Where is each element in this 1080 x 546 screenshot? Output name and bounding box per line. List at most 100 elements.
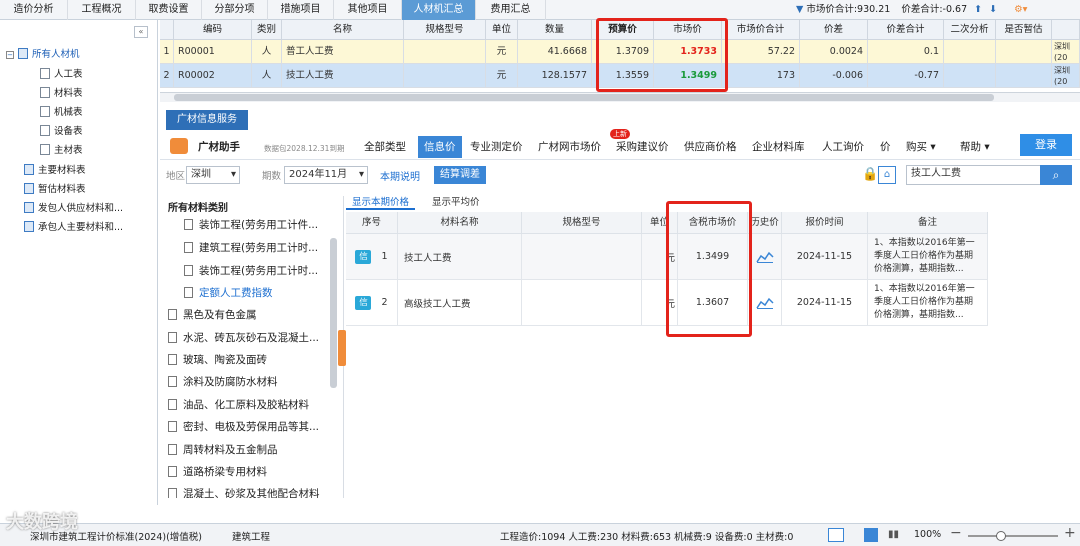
table-cell-market-total[interactable]: 173 bbox=[722, 64, 800, 88]
table-cell-budget-price[interactable]: 1.3559 bbox=[592, 64, 654, 88]
nav-info-price[interactable]: 信息价 bbox=[418, 136, 462, 158]
tree-node-provisional[interactable]: 暂估材料表 bbox=[24, 181, 86, 199]
tab-labor-material-summary[interactable]: 人材机汇总 bbox=[402, 0, 476, 20]
settle-adjust-button[interactable]: 结算调差 bbox=[434, 166, 486, 184]
table-row-index[interactable]: 1 bbox=[160, 40, 174, 64]
tab-average-price[interactable]: 显示平均价 bbox=[426, 196, 486, 210]
arrow-down-icon[interactable]: ⬇ bbox=[989, 4, 997, 15]
category-item[interactable]: 周转材料及五金制品 bbox=[168, 439, 278, 461]
table-cell-unit[interactable]: 元 bbox=[486, 64, 518, 88]
category-item[interactable]: 玻璃、陶瓷及面砖 bbox=[168, 349, 267, 371]
grid-header-diff[interactable]: 价差 bbox=[800, 20, 868, 40]
table-cell-extra[interactable]: 深圳 (20 bbox=[1052, 64, 1080, 88]
tab-fee-summary[interactable]: 费用汇总 bbox=[476, 0, 546, 20]
tab-fee-settings[interactable]: 取费设置 bbox=[136, 0, 202, 20]
tree-node-equipment[interactable]: 设备表 bbox=[40, 123, 83, 141]
table-cell-code[interactable]: R00001 bbox=[174, 40, 252, 64]
table-cell-diff-total[interactable]: 0.1 bbox=[868, 40, 944, 64]
collapse-panel-button[interactable]: « bbox=[134, 26, 148, 38]
splitter-handle[interactable] bbox=[338, 330, 346, 366]
grid-header-name[interactable]: 名称 bbox=[282, 20, 404, 40]
table-cell-name[interactable]: 普工人工费 bbox=[282, 40, 404, 64]
nav-help[interactable]: 帮助 ▾ bbox=[960, 138, 990, 156]
table-cell-secondary[interactable] bbox=[944, 40, 996, 64]
zoom-slider-thumb[interactable] bbox=[996, 531, 1006, 541]
table-row-index[interactable]: 2 bbox=[160, 64, 174, 88]
nav-market-price[interactable]: 广材网市场价 bbox=[538, 138, 601, 156]
table-cell-quantity[interactable]: 41.6668 bbox=[518, 40, 592, 64]
table-cell-name[interactable]: 技工人工费 bbox=[282, 64, 404, 88]
collapse-toggle-icon[interactable]: − bbox=[6, 51, 14, 59]
period-select[interactable]: 2024年11月 ▾ bbox=[284, 166, 368, 184]
table-cell-category[interactable]: 人 bbox=[252, 64, 282, 88]
grid-header-market-price[interactable]: 市场价 bbox=[654, 20, 722, 40]
view-icon[interactable] bbox=[828, 528, 844, 542]
zoom-in-icon[interactable]: + bbox=[1064, 525, 1076, 541]
table-cell-unit[interactable]: 元 bbox=[486, 40, 518, 64]
tree-node-main-material[interactable]: 主材表 bbox=[40, 142, 83, 160]
table-cell-spec[interactable] bbox=[404, 64, 486, 88]
result-cell-spec[interactable] bbox=[522, 280, 642, 326]
category-item[interactable]: 混凝土、砂浆及其他配合材料 bbox=[168, 483, 320, 498]
category-item-selected[interactable]: 定额人工费指数 bbox=[184, 282, 273, 304]
table-cell-category[interactable]: 人 bbox=[252, 40, 282, 64]
grid-header-diff-total[interactable]: 价差合计 bbox=[868, 20, 944, 40]
table-cell-extra[interactable]: 深圳 (20 bbox=[1052, 40, 1080, 64]
period-explain-link[interactable]: 本期说明 bbox=[380, 168, 420, 183]
lock-icon[interactable]: 🔒 bbox=[862, 167, 878, 182]
grid-header-budget-price[interactable]: 预算价 bbox=[592, 20, 654, 40]
tree-node-contractor-main[interactable]: 承包人主要材料和... bbox=[24, 219, 123, 237]
nav-supplier-price[interactable]: 供应商价格 bbox=[684, 138, 737, 156]
login-button[interactable]: 登录 bbox=[1020, 134, 1072, 156]
table-cell-diff-total[interactable]: -0.77 bbox=[868, 64, 944, 88]
tree-node-labor[interactable]: 人工表 bbox=[40, 66, 83, 84]
trend-chart-icon[interactable] bbox=[755, 251, 774, 263]
result-cell-note[interactable]: 1、本指数以2016年第一季度人工日价格作为基期价格测算，基期指数... bbox=[868, 234, 988, 280]
category-item[interactable]: 水泥、砖瓦灰砂石及混凝土... bbox=[168, 327, 319, 349]
table-cell-provisional[interactable] bbox=[996, 64, 1052, 88]
category-item[interactable]: 涂料及防腐防水材料 bbox=[168, 371, 278, 393]
grid-header-spec[interactable]: 规格型号 bbox=[404, 20, 486, 40]
result-cell-date[interactable]: 2024-11-15 bbox=[782, 280, 868, 326]
table-row[interactable]: 信2 bbox=[346, 280, 398, 326]
grid-header-code[interactable]: 编码 bbox=[174, 20, 252, 40]
result-cell-name[interactable]: 技工人工费 bbox=[398, 234, 522, 280]
category-item[interactable]: 建筑工程(劳务用工计时... bbox=[184, 237, 318, 259]
category-scrollbar[interactable] bbox=[330, 238, 337, 388]
table-cell-diff[interactable]: -0.006 bbox=[800, 64, 868, 88]
unlock-icon[interactable]: ⌂ bbox=[878, 166, 896, 184]
result-cell-history[interactable] bbox=[748, 280, 782, 326]
scrollbar-thumb[interactable] bbox=[174, 94, 994, 101]
tree-node-machine[interactable]: 机械表 bbox=[40, 104, 83, 122]
tree-node-material[interactable]: 材料表 bbox=[40, 85, 83, 103]
grid-header-secondary[interactable]: 二次分析 bbox=[944, 20, 996, 40]
tab-cost-analysis[interactable]: 造价分析 bbox=[0, 0, 68, 20]
grid-header-provisional[interactable]: 是否暂估 bbox=[996, 20, 1052, 40]
table-row[interactable]: 信1 bbox=[346, 234, 398, 280]
result-cell-unit[interactable]: 元 bbox=[642, 234, 678, 280]
zoom-slider[interactable] bbox=[968, 531, 1058, 541]
table-cell-secondary[interactable] bbox=[944, 64, 996, 88]
arrow-up-icon[interactable]: ⬆ bbox=[974, 4, 982, 15]
grid-header-quantity[interactable]: 数量 bbox=[518, 20, 592, 40]
result-cell-name[interactable]: 高级技工人工费 bbox=[398, 280, 522, 326]
category-item[interactable]: 密封、电极及劳保用品等其... bbox=[168, 416, 319, 438]
result-cell-spec[interactable] bbox=[522, 234, 642, 280]
table-cell-quantity[interactable]: 128.1577 bbox=[518, 64, 592, 88]
table-cell-market-total[interactable]: 57.22 bbox=[722, 40, 800, 64]
search-button[interactable]: ⌕ bbox=[1040, 165, 1072, 185]
nav-professional-price[interactable]: 专业测定价 bbox=[470, 138, 523, 156]
tab-project-overview[interactable]: 工程概况 bbox=[68, 0, 136, 20]
result-cell-price[interactable]: 1.3607 bbox=[678, 280, 748, 326]
tree-node-major-materials[interactable]: 主要材料表 bbox=[24, 162, 86, 180]
category-item[interactable]: 黑色及有色金属 bbox=[168, 304, 257, 326]
tree-node-all[interactable]: − 所有人材机 bbox=[6, 46, 80, 64]
tree-node-owner-supplied[interactable]: 发包人供应材料和... bbox=[24, 200, 123, 218]
table-cell-market-price[interactable]: 1.3733 bbox=[654, 40, 722, 64]
grid-header-unit[interactable]: 单位 bbox=[486, 20, 518, 40]
result-cell-price[interactable]: 1.3499 bbox=[678, 234, 748, 280]
result-cell-date[interactable]: 2024-11-15 bbox=[782, 234, 868, 280]
nav-labor-inquiry[interactable]: 人工询价 bbox=[822, 138, 864, 156]
region-select[interactable]: 深圳 ▾ bbox=[186, 166, 240, 184]
nav-more[interactable]: 价 bbox=[880, 138, 891, 156]
